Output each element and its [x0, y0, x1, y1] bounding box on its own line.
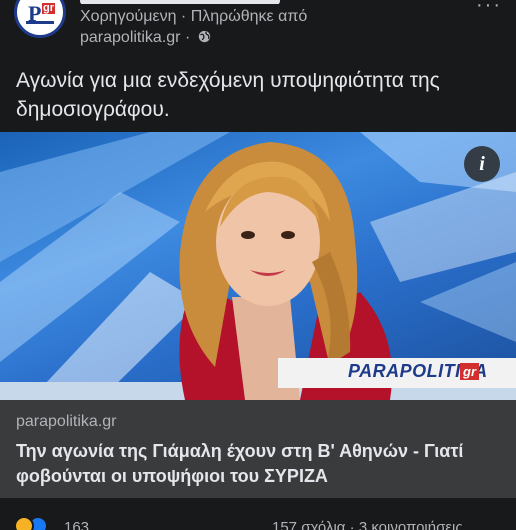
reactions[interactable]: [14, 516, 48, 530]
more-options-icon[interactable]: ···: [476, 0, 502, 17]
sponsored-label: Χορηγούμενη · Πληρώθηκε από: [80, 8, 308, 25]
watermark-suffix: gr: [460, 363, 479, 380]
paid-by-domain-text: parapolitika.gr ·: [80, 29, 191, 46]
post-header: P gr ··· Χορηγούμενη · Πληρώθηκε από par…: [0, 0, 516, 56]
page-name-clipped[interactable]: [80, 0, 290, 4]
link-preview[interactable]: parapolitika.gr Την αγωνία της Γιάμαλη έ…: [0, 400, 516, 498]
post-footer: 163 157 σχόλια · 3 κοινοποιήσεις: [0, 504, 516, 530]
link-domain: parapolitika.gr: [16, 413, 117, 430]
paid-by-domain: parapolitika.gr ·: [80, 29, 211, 47]
info-icon[interactable]: i: [464, 146, 500, 182]
logo-gr-glyph: gr: [42, 2, 55, 14]
globe-icon: [198, 30, 210, 43]
haha-reaction-icon: [14, 516, 34, 530]
page-avatar[interactable]: P gr: [14, 0, 66, 38]
comments-shares[interactable]: 157 σχόλια · 3 κοινοποιήσεις: [272, 519, 463, 530]
logo-bar: [26, 21, 54, 24]
reaction-count[interactable]: 163: [64, 519, 89, 530]
post-image[interactable]: i PARAPOLITIKA gr: [0, 132, 516, 400]
post-caption: Αγωνία για μια ενδεχόμενη υποψηφιότητα τ…: [16, 69, 440, 121]
link-title[interactable]: Την αγωνία της Γιάμαλη έχουν στη Β' Αθην…: [16, 439, 506, 489]
